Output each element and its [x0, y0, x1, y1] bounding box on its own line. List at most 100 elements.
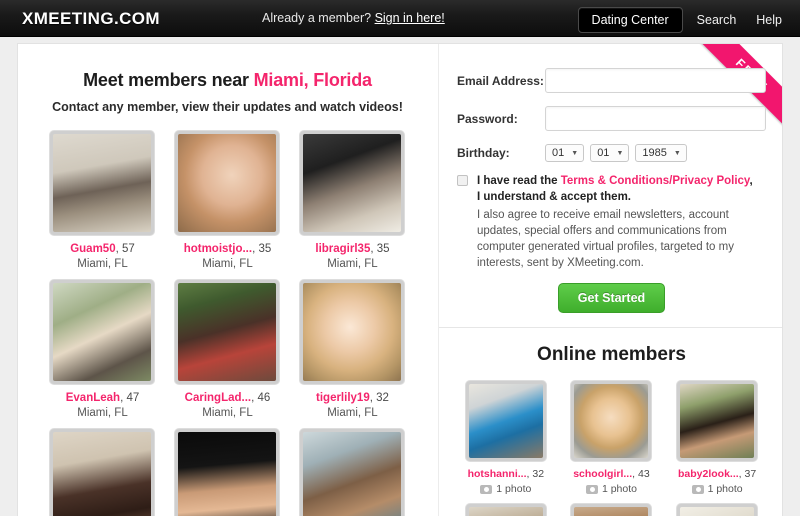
member-thumbnail[interactable] — [174, 428, 281, 516]
members-column: Meet members near Miami, Florida Contact… — [18, 44, 437, 516]
online-member-photo-count: 1 photo — [585, 483, 637, 495]
member-photo — [53, 134, 152, 232]
member-location: Miami, FL — [327, 258, 378, 270]
member-card[interactable]: Guam50, 57 Miami, FL — [40, 130, 165, 270]
member-photo — [178, 134, 277, 232]
member-thumbnail[interactable] — [299, 279, 406, 385]
signup-form: Email Address: Password: Birthday: 01 ▼ … — [439, 44, 782, 327]
photo-count-label: 1 photo — [707, 483, 743, 495]
birth-day-select[interactable]: 01 ▼ — [590, 144, 630, 162]
terms-checkbox[interactable] — [457, 175, 468, 186]
member-thumbnail[interactable] — [49, 130, 156, 236]
member-location: Miami, FL — [77, 407, 128, 419]
online-member-photo — [468, 507, 543, 516]
camera-icon — [585, 484, 598, 494]
nav-help-link[interactable]: Help — [756, 13, 782, 27]
member-age: 47 — [126, 392, 140, 404]
member-card[interactable] — [40, 428, 165, 516]
member-card[interactable]: EvanLeah, 47 Miami, FL — [40, 279, 165, 419]
member-thumbnail[interactable] — [49, 279, 156, 385]
online-member-name-age: hotshanni..., 32 — [467, 468, 545, 480]
member-photo — [53, 283, 152, 381]
online-member-age: 37 — [744, 468, 757, 480]
nav-search-link[interactable]: Search — [697, 13, 737, 27]
online-member-thumbnail[interactable] — [570, 503, 653, 516]
password-field[interactable] — [545, 106, 766, 131]
email-label: Email Address: — [457, 73, 544, 88]
member-card[interactable]: tigerlily19, 32 Miami, FL — [290, 279, 415, 419]
nav-links: Dating Center Search Help — [577, 7, 784, 33]
cta-container: Get Started — [457, 283, 766, 327]
member-age: 46 — [257, 392, 271, 404]
member-thumbnail[interactable] — [299, 428, 406, 516]
member-card[interactable] — [290, 428, 415, 516]
member-card[interactable]: hotmoistjo..., 35 Miami, FL — [165, 130, 290, 270]
terms-link[interactable]: Terms & Conditions/Privacy Policy — [561, 175, 750, 187]
member-thumbnail[interactable] — [174, 130, 281, 236]
page-subtitle: Contact any member, view their updates a… — [52, 100, 403, 114]
online-member-age: 43 — [638, 468, 650, 480]
signup-column: FREE Email Address: Password: Birthday: … — [438, 44, 782, 516]
member-card[interactable]: libragirl35, 35 Miami, FL — [290, 130, 415, 270]
photo-count-label: 1 photo — [496, 483, 532, 495]
birth-month-select[interactable]: 01 ▼ — [545, 144, 585, 162]
online-member-photo — [468, 384, 543, 458]
member-location: Miami, FL — [202, 407, 253, 419]
terms-lead: I have read the — [477, 175, 561, 187]
nav-dating-center-button[interactable]: Dating Center — [577, 7, 683, 33]
online-member-age: 32 — [532, 468, 545, 480]
member-name-age: libragirl35, 35 — [315, 243, 390, 255]
birth-year-select[interactable]: 1985 ▼ — [635, 144, 687, 162]
online-member-name-age: schoolgirl..., 43 — [573, 468, 650, 480]
member-thumbnail[interactable] — [174, 279, 281, 385]
member-thumbnail[interactable] — [49, 428, 156, 516]
online-member-card[interactable]: baby2look..., 37 1 photo — [664, 380, 770, 495]
member-prompt-text: Already a member? — [262, 11, 372, 25]
online-member-photo-count: 1 photo — [691, 483, 743, 495]
online-member-photo-count: 1 photo — [480, 483, 531, 495]
birthday-label: Birthday: — [457, 146, 510, 160]
email-field[interactable] — [545, 68, 766, 93]
online-member-card[interactable]: hotshanni..., 32 1 photo — [453, 380, 559, 495]
online-member-thumbnail[interactable] — [464, 380, 547, 462]
member-location: Miami, FL — [77, 258, 128, 270]
top-navigation-bar: XMEETING.COM Already a member? Sign in h… — [0, 0, 800, 37]
online-member-thumbnail[interactable] — [676, 380, 759, 462]
member-age: 32 — [376, 392, 389, 404]
birth-month-value: 01 — [552, 147, 565, 159]
member-card[interactable] — [165, 428, 290, 516]
online-member-thumbnail[interactable] — [676, 503, 759, 516]
member-name-age: tigerlily19, 32 — [316, 392, 389, 404]
online-member-photo — [680, 507, 755, 516]
online-member-thumbnail[interactable] — [570, 380, 653, 462]
member-name-age: Guam50, 57 — [70, 243, 135, 255]
online-members-grid: hotshanni..., 32 1 photo schoolgirl..., … — [439, 380, 782, 516]
online-member-photo — [574, 384, 649, 458]
online-member-card[interactable] — [453, 503, 559, 516]
member-photo — [303, 432, 402, 516]
site-logo[interactable]: XMEETING.COM — [22, 9, 160, 29]
member-grid: Guam50, 57 Miami, FL hotmoistjo..., 35 M… — [18, 130, 437, 516]
get-started-button[interactable]: Get Started — [557, 283, 666, 313]
password-row: Password: — [457, 106, 766, 131]
terms-tail: , — [749, 175, 753, 187]
member-name: Guam50 — [70, 243, 116, 255]
sign-in-link[interactable]: Sign in here! — [375, 11, 445, 25]
online-member-card[interactable] — [559, 503, 665, 516]
page-root: XMEETING.COM Already a member? Sign in h… — [0, 0, 800, 516]
camera-icon — [480, 484, 493, 494]
online-member-thumbnail[interactable] — [464, 503, 547, 516]
online-member-card[interactable] — [664, 503, 770, 516]
online-member-name: hotshanni... — [467, 468, 527, 480]
online-member-card[interactable]: schoolgirl..., 43 1 photo — [559, 380, 665, 495]
member-thumbnail[interactable] — [299, 130, 406, 236]
birth-year-value: 1985 — [642, 147, 667, 159]
chevron-down-icon: ▼ — [673, 149, 681, 157]
member-name: EvanLeah — [65, 392, 121, 404]
member-name: tigerlily19 — [316, 392, 370, 404]
member-card[interactable]: CaringLad..., 46 Miami, FL — [165, 279, 290, 419]
member-age: 35 — [258, 243, 272, 255]
online-member-photo — [680, 384, 755, 458]
member-age: 57 — [121, 243, 135, 255]
birth-day-value: 01 — [597, 147, 610, 159]
